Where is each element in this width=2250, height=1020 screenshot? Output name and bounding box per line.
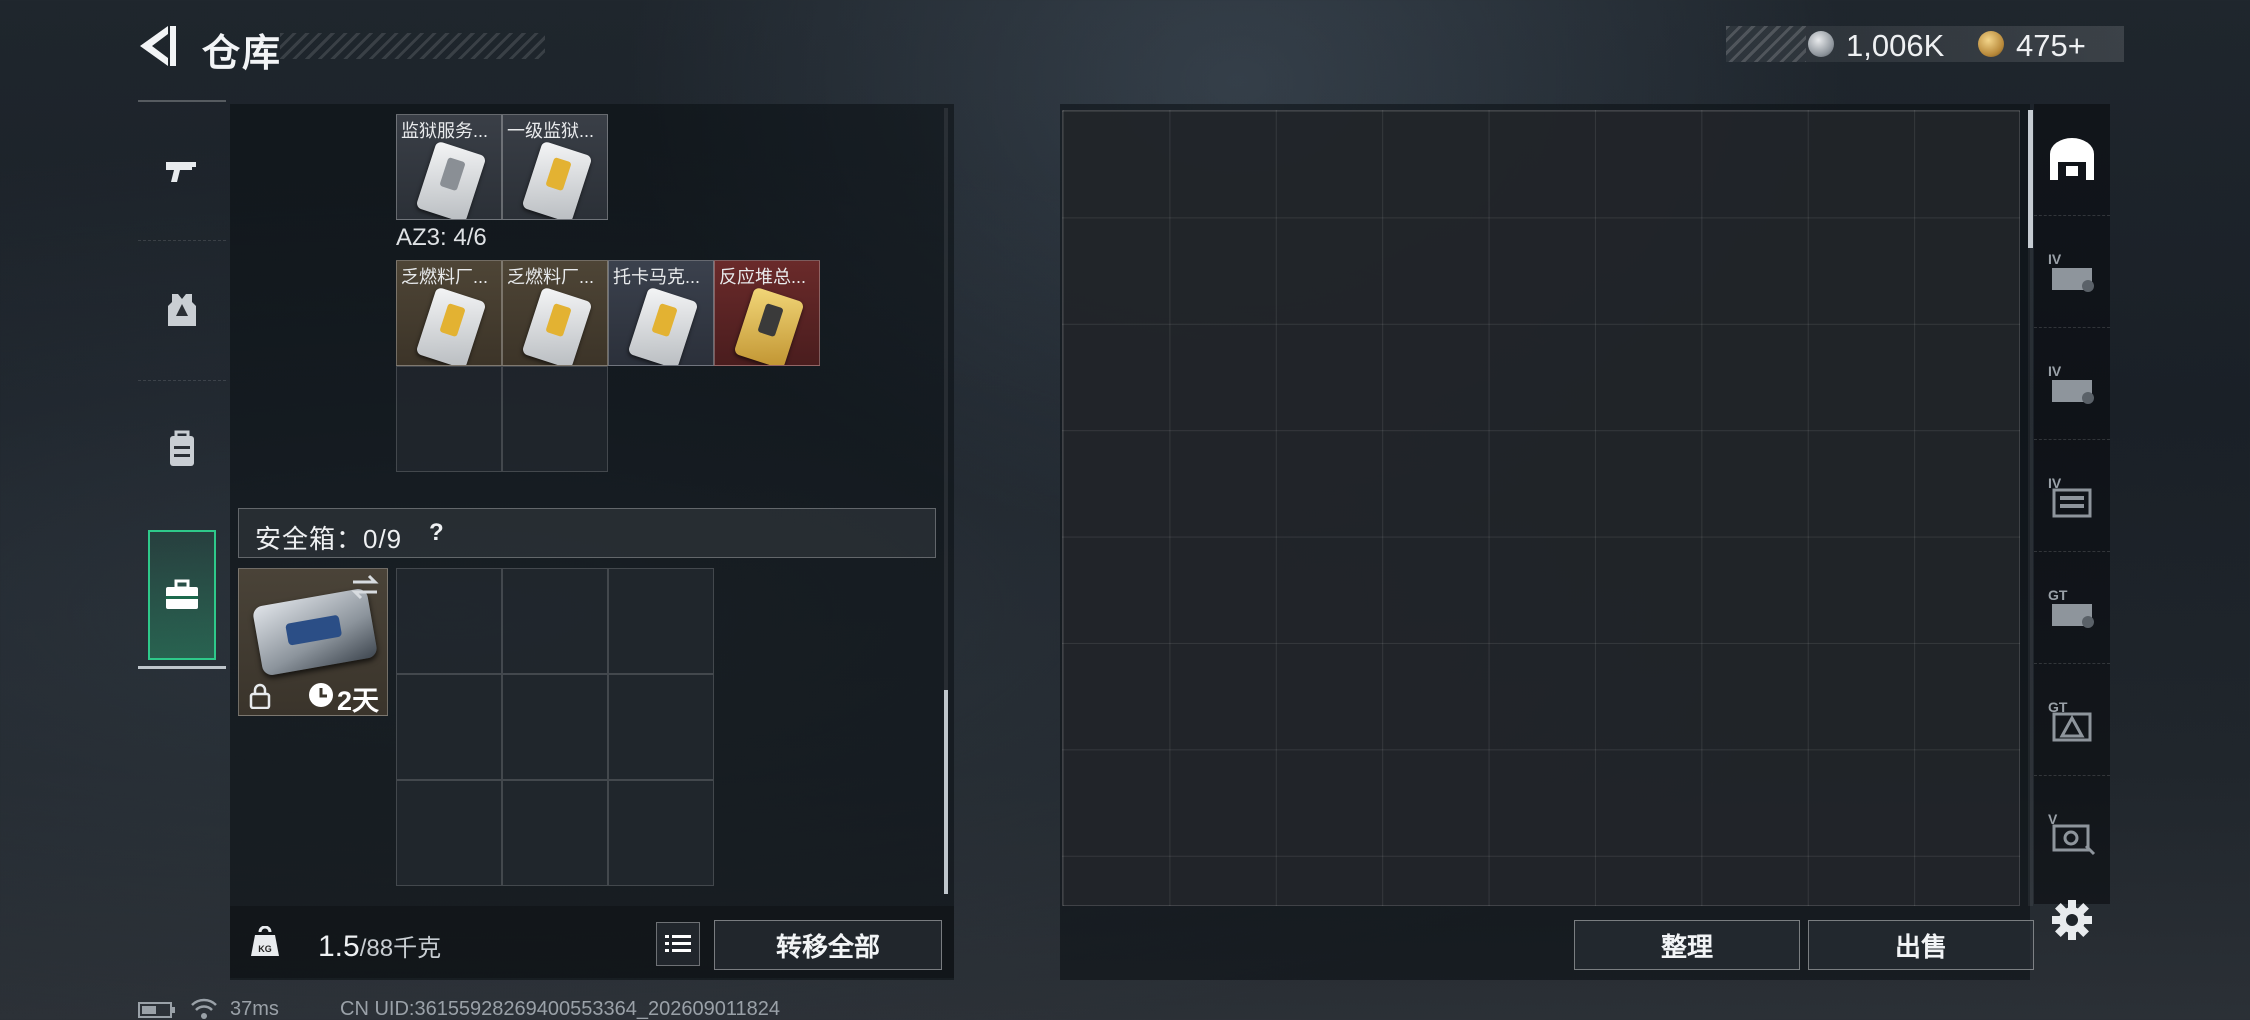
tab-storage-gt1[interactable]: GT bbox=[2034, 552, 2110, 664]
category-sidebar bbox=[138, 100, 226, 672]
safebox-header: 安全箱：0/9 ? bbox=[238, 508, 936, 558]
gun-icon bbox=[166, 162, 196, 182]
help-icon[interactable]: ? bbox=[429, 519, 444, 547]
weight-icon-box: KG bbox=[230, 906, 300, 978]
safebox-slot[interactable] bbox=[502, 568, 608, 674]
safebox-slot[interactable] bbox=[608, 568, 714, 674]
tab-storage-4b[interactable]: IV bbox=[2034, 328, 2110, 440]
item-label: 乏燃料厂... bbox=[401, 267, 489, 287]
list-view-button[interactable] bbox=[656, 922, 700, 966]
svg-text:IV: IV bbox=[2048, 251, 2062, 267]
weight-capacity: /88千克 bbox=[359, 935, 442, 962]
silver-coin-icon bbox=[1808, 31, 1834, 57]
warehouse-grid[interactable] bbox=[1062, 110, 2020, 906]
tab-storage-4c[interactable]: IV bbox=[2034, 440, 2110, 552]
title-decoration bbox=[280, 33, 545, 59]
empty-slot[interactable] bbox=[502, 366, 608, 472]
item-slot[interactable]: 托卡马克... bbox=[608, 260, 714, 366]
tab-storage-gt2[interactable]: GT bbox=[2034, 664, 2110, 776]
storage-expansion-icon: IV bbox=[2048, 363, 2094, 404]
safebox-slot[interactable] bbox=[396, 674, 502, 780]
left-scrollbar-thumb[interactable] bbox=[944, 690, 948, 894]
tab-warehouse-main[interactable] bbox=[2034, 104, 2110, 216]
safebox-timer: 2天 bbox=[337, 686, 380, 716]
transfer-all-button[interactable]: 转移全部 bbox=[714, 920, 942, 970]
sidebar-item-weapons[interactable] bbox=[138, 100, 226, 238]
currency-decoration bbox=[1726, 26, 1806, 62]
briefcase-icon bbox=[166, 579, 198, 609]
storage-expansion-icon: V bbox=[2048, 811, 2096, 856]
weight-bar: KG 1.5/88千克 转移全部 bbox=[230, 906, 954, 978]
item-slot[interactable]: 乏燃料厂... bbox=[502, 260, 608, 366]
item-slot[interactable]: 反应堆总... bbox=[714, 260, 820, 366]
keycard-icon bbox=[521, 286, 593, 365]
lock-icon bbox=[249, 683, 271, 709]
keycard-icon bbox=[521, 140, 593, 219]
user-uid: CN UID:36155928269400553364_202609011824 bbox=[340, 998, 781, 1020]
active-indicator bbox=[138, 666, 226, 669]
storage-expansion-icon: IV bbox=[2048, 251, 2094, 292]
currency-bar: 1,006K 475+ bbox=[1726, 26, 2124, 64]
empty-slot[interactable] bbox=[396, 366, 502, 472]
silver-currency-value: 1,006K bbox=[1846, 28, 1945, 63]
safebox-slot[interactable] bbox=[396, 568, 502, 674]
storage-expansion-icon: GT bbox=[2048, 699, 2092, 741]
gold-currency-value[interactable]: 475+ bbox=[2016, 28, 2086, 64]
battery-icon bbox=[138, 1002, 175, 1018]
keycard-icon bbox=[415, 286, 487, 365]
swap-icon[interactable] bbox=[349, 573, 381, 601]
list-icon bbox=[665, 935, 691, 952]
sidebar-item-armor[interactable] bbox=[138, 240, 226, 378]
item-label: 反应堆总... bbox=[719, 267, 807, 287]
warehouse-icon bbox=[2050, 137, 2094, 180]
sidebar-item-case[interactable] bbox=[148, 530, 216, 660]
az3-section-label: AZ3: 4/6 bbox=[396, 224, 487, 251]
safebox-slot[interactable] bbox=[396, 780, 502, 886]
safebox-label: 安全箱：0/9 bbox=[255, 524, 403, 554]
safebox-slot[interactable] bbox=[608, 674, 714, 780]
sidebar-item-backpack[interactable] bbox=[138, 380, 226, 518]
item-slot[interactable]: 监狱服务... bbox=[396, 114, 502, 220]
vest-icon bbox=[168, 293, 196, 326]
item-slot[interactable]: 一级监狱... bbox=[502, 114, 608, 220]
backpack-icon bbox=[170, 430, 194, 466]
back-arrow-icon bbox=[140, 26, 176, 66]
keycard-icon bbox=[627, 286, 699, 365]
svg-text:IV: IV bbox=[2048, 363, 2062, 379]
keycard-icon bbox=[415, 140, 487, 219]
gold-coin-icon bbox=[1978, 31, 2004, 57]
storage-tab-rail: IV IV IV GT GT V bbox=[2034, 104, 2110, 904]
safebox-slot[interactable] bbox=[502, 674, 608, 780]
tab-storage-v[interactable]: V bbox=[2034, 776, 2110, 888]
safebox-slot[interactable] bbox=[608, 780, 714, 886]
safebox-item[interactable]: 2天 bbox=[238, 568, 388, 716]
item-label: 乏燃料厂... bbox=[507, 267, 595, 287]
storage-expansion-icon: IV bbox=[2048, 475, 2092, 517]
sort-button[interactable]: 整理 bbox=[1574, 920, 1800, 970]
weight-readout: 1.5/88千克 bbox=[318, 928, 441, 964]
sell-button[interactable]: 出售 bbox=[1808, 920, 2034, 970]
svg-text:KG: KG bbox=[258, 944, 272, 954]
kg-weight-icon: KG bbox=[251, 926, 279, 956]
clock-icon bbox=[309, 683, 333, 707]
storage-expansion-icon: GT bbox=[2048, 587, 2094, 628]
item-slot[interactable]: 乏燃料厂... bbox=[396, 260, 502, 366]
right-scrollbar-thumb[interactable] bbox=[2028, 110, 2033, 248]
keycard-icon bbox=[733, 286, 805, 365]
settings-gear-icon[interactable] bbox=[2050, 898, 2094, 942]
weight-current: 1.5 bbox=[318, 930, 360, 963]
safebox-slot[interactable] bbox=[502, 780, 608, 886]
item-label: 托卡马克... bbox=[613, 267, 701, 287]
item-label: 一级监狱... bbox=[507, 121, 595, 141]
item-label: 监狱服务... bbox=[401, 121, 489, 141]
tab-storage-4a[interactable]: IV bbox=[2034, 216, 2110, 328]
wifi-icon bbox=[191, 998, 217, 1019]
svg-text:GT: GT bbox=[2048, 587, 2068, 603]
page-title: 仓库 bbox=[202, 33, 283, 75]
ping-readout: 37ms bbox=[230, 998, 279, 1020]
back-button[interactable] bbox=[138, 24, 178, 68]
